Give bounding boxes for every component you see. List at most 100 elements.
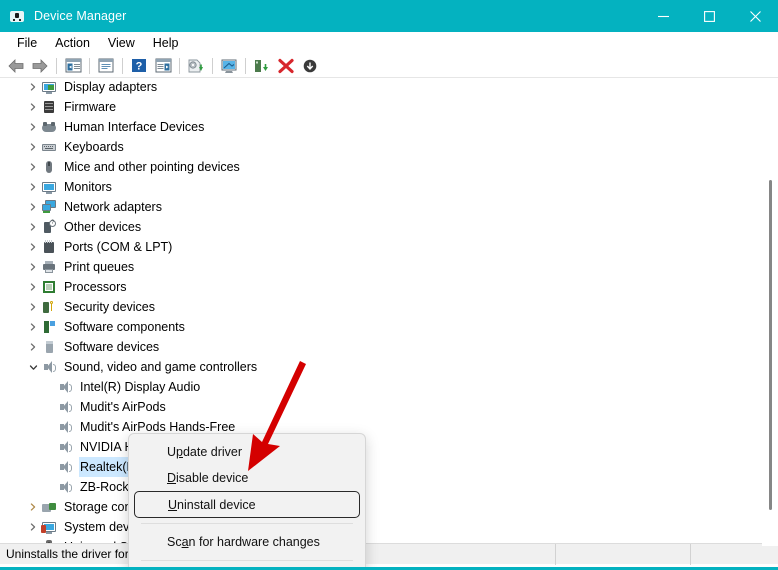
menu-item-disable-device[interactable]: Disable device — [129, 465, 365, 491]
keyboard-icon — [41, 139, 57, 155]
tree-row-ports[interactable]: Ports (COM & LPT) — [0, 237, 778, 257]
title-bar: Device Manager — [0, 0, 778, 32]
menu-item-properties[interactable]: Properties — [129, 566, 365, 570]
display-adapter-icon — [41, 79, 57, 95]
tree-row-network-adapters[interactable]: Network adapters — [0, 197, 778, 217]
menu-separator — [141, 523, 353, 524]
chevron-right-icon[interactable] — [25, 79, 41, 97]
tree-row-label: Ports (COM & LPT) — [64, 240, 172, 254]
monitor-icon — [41, 179, 57, 195]
vertical-scrollbar[interactable] — [762, 79, 778, 546]
tree-row-other-devices[interactable]: ? Other devices — [0, 217, 778, 237]
chevron-right-icon[interactable] — [25, 197, 41, 217]
update-driver-icon[interactable] — [184, 55, 208, 77]
menu-view[interactable]: View — [99, 34, 144, 52]
device-tree[interactable]: Display adapters Firmware Human Interfac… — [0, 79, 778, 546]
toolbar-separator — [245, 58, 246, 74]
menu-item-scan-for-hardware-changes[interactable]: Scan for hardware changes — [129, 529, 365, 555]
enable-device-icon[interactable] — [298, 55, 322, 77]
tree-row-label: Mudit's AirPods Hands-Free — [80, 420, 235, 434]
disable-device-icon[interactable] — [250, 55, 274, 77]
tree-row-label: Mudit's AirPods — [80, 400, 166, 414]
menu-help[interactable]: Help — [144, 34, 188, 52]
chevron-right-icon[interactable] — [25, 317, 41, 337]
menu-item-update-driver[interactable]: Update driver — [129, 439, 365, 465]
tree-row-label: Software devices — [64, 340, 159, 354]
properties-icon[interactable] — [94, 55, 118, 77]
tree-row-storage-controllers[interactable]: Storage controllers — [0, 497, 778, 517]
menu-file[interactable]: File — [8, 34, 46, 52]
svg-text:?: ? — [136, 61, 143, 73]
sound-device-icon — [57, 379, 73, 395]
tree-row-label: Software components — [64, 320, 185, 334]
software-device-icon — [41, 339, 57, 355]
chevron-right-icon[interactable] — [25, 277, 41, 297]
tree-row-software-devices[interactable]: Software devices — [0, 337, 778, 357]
back-icon[interactable] — [4, 55, 28, 77]
tree-row-label: Keyboards — [64, 140, 124, 154]
help-icon[interactable]: ? — [127, 55, 151, 77]
menu-item-label: Disable device — [167, 471, 248, 485]
close-button[interactable] — [732, 0, 778, 32]
menu-item-uninstall-device[interactable]: Uninstall device — [134, 491, 360, 518]
maximize-button[interactable] — [686, 0, 732, 32]
tree-row-nvidia-high-definition-audio[interactable]: NVIDIA High Definition Audio — [0, 437, 778, 457]
chevron-right-icon[interactable] — [25, 177, 41, 197]
chevron-right-icon[interactable] — [25, 157, 41, 177]
security-device-icon — [41, 299, 57, 315]
chevron-right-icon[interactable] — [25, 137, 41, 157]
menu-action[interactable]: Action — [46, 34, 99, 52]
chevron-right-icon[interactable] — [25, 97, 41, 117]
window-controls — [640, 0, 778, 32]
context-menu: Update driver Disable device Uninstall d… — [128, 433, 366, 570]
port-icon — [41, 239, 57, 255]
tree-row-label: Intel(R) Display Audio — [80, 380, 200, 394]
chevron-right-icon[interactable] — [25, 257, 41, 277]
tree-row-software-components[interactable]: Software components — [0, 317, 778, 337]
show-hide-action-pane-icon[interactable] — [151, 55, 175, 77]
menu-item-label: Scan for hardware changes — [167, 535, 320, 549]
tree-row-system-devices[interactable]: System devices — [0, 517, 778, 537]
tree-row-label: Mice and other pointing devices — [64, 160, 240, 174]
scan-for-hardware-changes-icon[interactable] — [217, 55, 241, 77]
menu-separator — [141, 560, 353, 561]
tree-row-display-adapters[interactable]: Display adapters — [0, 79, 778, 97]
chevron-right-icon[interactable] — [25, 337, 41, 357]
tree-row-monitors[interactable]: Monitors — [0, 177, 778, 197]
tree-row-security-devices[interactable]: Security devices — [0, 297, 778, 317]
printer-icon — [41, 259, 57, 275]
tree-row-label: Processors — [64, 280, 127, 294]
tree-row-zb-rock[interactable]: ZB-Rock — [0, 477, 778, 497]
tree-row-sound-video-and-game-controllers[interactable]: Sound, video and game controllers — [0, 357, 778, 377]
chevron-right-icon[interactable] — [25, 517, 41, 537]
chevron-right-icon[interactable] — [25, 497, 41, 517]
show-hide-console-tree-icon[interactable] — [61, 55, 85, 77]
chevron-right-icon[interactable] — [25, 117, 41, 137]
tree-row-label: Sound, video and game controllers — [64, 360, 257, 374]
tree-row-mudits-airpods-hands-free[interactable]: Mudit's AirPods Hands-Free — [0, 417, 778, 437]
tree-row-mudits-airpods[interactable]: Mudit's AirPods — [0, 397, 778, 417]
tree-row-intel-display-audio[interactable]: Intel(R) Display Audio — [0, 377, 778, 397]
tree-row-realtek-audio[interactable]: Realtek(R) Audio — [0, 457, 778, 477]
tree-row-firmware[interactable]: Firmware — [0, 97, 778, 117]
tree-row-mice-and-other-pointing-devices[interactable]: Mice and other pointing devices — [0, 157, 778, 177]
tree-row-label: Human Interface Devices — [64, 120, 204, 134]
window-title: Device Manager — [34, 9, 126, 23]
sound-device-icon — [57, 479, 73, 495]
minimize-button[interactable] — [640, 0, 686, 32]
tree-row-human-interface-devices[interactable]: Human Interface Devices — [0, 117, 778, 137]
menu-bar: File Action View Help — [0, 32, 778, 54]
chevron-right-icon[interactable] — [25, 237, 41, 257]
chevron-right-icon[interactable] — [25, 217, 41, 237]
tree-row-print-queues[interactable]: Print queues — [0, 257, 778, 277]
tree-row-label: Security devices — [64, 300, 155, 314]
uninstall-device-icon[interactable] — [274, 55, 298, 77]
scrollbar-thumb[interactable] — [769, 180, 772, 510]
tree-row-keyboards[interactable]: Keyboards — [0, 137, 778, 157]
chevron-right-icon[interactable] — [25, 297, 41, 317]
forward-icon[interactable] — [28, 55, 52, 77]
sound-controller-icon — [41, 359, 57, 375]
tree-row-processors[interactable]: Processors — [0, 277, 778, 297]
chevron-down-icon[interactable] — [25, 357, 41, 377]
network-adapter-icon — [41, 199, 57, 215]
